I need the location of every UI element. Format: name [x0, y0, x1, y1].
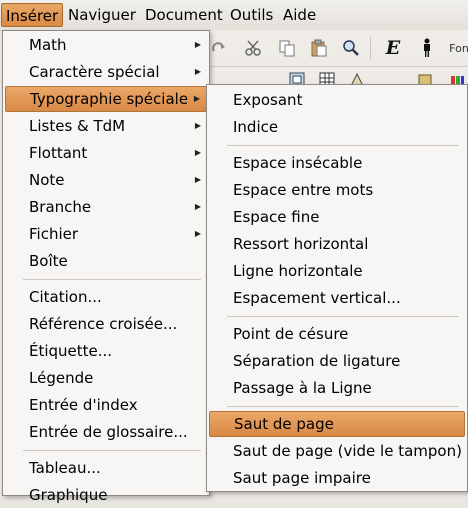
menu-item-espace-insecable[interactable]: Espace insécable	[209, 150, 465, 176]
menu-item-label: Point de césure	[233, 325, 349, 343]
menu-separator	[227, 406, 459, 407]
cut-icon[interactable]	[242, 37, 264, 59]
menu-item-entree-glossaire[interactable]: Entrée de glossaire...	[5, 419, 207, 445]
menu-item-label: Graphique	[29, 486, 108, 504]
menu-item-caractere-special[interactable]: Caractère spécial ▶	[5, 59, 207, 85]
menu-item-listes-tdm[interactable]: Listes & TdM ▶	[5, 113, 207, 139]
menu-item-saut-de-page[interactable]: Saut de page	[209, 411, 465, 437]
typographie-submenu: Exposant Indice Espace insécable Espace …	[206, 84, 468, 492]
menu-item-label: Caractère spécial	[29, 63, 160, 81]
menu-item-label: Math	[29, 36, 67, 54]
menu-item-math[interactable]: Math ▶	[5, 32, 207, 58]
menu-separator	[23, 450, 201, 451]
paste-icon[interactable]	[308, 37, 330, 59]
menu-item-label: Saut page impaire	[233, 469, 371, 487]
menu-naviguer[interactable]: Naviguer	[64, 3, 140, 27]
menu-item-label: Fichier	[29, 225, 79, 243]
menu-item-label: Citation...	[29, 288, 102, 306]
menu-item-label: Branche	[29, 198, 92, 216]
redo-icon[interactable]	[208, 37, 230, 59]
menu-separator	[23, 279, 201, 280]
menu-item-label: Indice	[233, 118, 279, 136]
menu-item-label: Listes & TdM	[29, 117, 126, 135]
menu-inserer[interactable]: Insérer	[1, 3, 64, 27]
menu-item-saut-de-page-vide-tampon[interactable]: Saut de page (vide le tampon)	[209, 438, 465, 464]
submenu-arrow-icon: ▶	[194, 229, 201, 238]
person-icon[interactable]	[416, 37, 438, 59]
menu-item-label: Flottant	[29, 144, 88, 162]
submenu-arrow-icon: ▶	[194, 67, 201, 76]
menu-item-espace-fine[interactable]: Espace fine	[209, 204, 465, 230]
menu-item-graphique[interactable]: Graphique	[5, 482, 207, 508]
menu-item-label: Passage à la Ligne	[233, 379, 372, 397]
menu-item-label: Espace entre mots	[233, 181, 374, 199]
menu-item-label: Légende	[29, 369, 94, 387]
menu-item-legende[interactable]: Légende	[5, 365, 207, 391]
insert-menu: Math ▶ Caractère spécial ▶ Typographie spé…	[2, 30, 210, 504]
menu-aide[interactable]: Aide	[279, 3, 320, 27]
toolbar-row-main: E Fon	[200, 30, 468, 67]
menu-item-espacement-vertical[interactable]: Espacement vertical...	[209, 285, 465, 311]
menu-item-label: Étiquette...	[29, 342, 113, 360]
menu-item-label: Tableau...	[29, 459, 101, 477]
menu-separator	[227, 145, 459, 146]
menu-item-fichier[interactable]: Fichier ▶	[5, 221, 207, 247]
menu-item-flottant[interactable]: Flottant ▶	[5, 140, 207, 166]
menu-item-label: Note	[29, 171, 65, 189]
menu-item-label: Saut de page (vide le tampon)	[233, 442, 462, 460]
copy-icon[interactable]	[276, 37, 298, 59]
menu-item-ligne-horizontale[interactable]: Ligne horizontale	[209, 258, 465, 284]
submenu-arrow-icon: ▶	[194, 175, 201, 184]
menu-item-label: Boîte	[29, 252, 68, 270]
menu-item-tableau[interactable]: Tableau...	[5, 455, 207, 481]
menu-item-branche[interactable]: Branche ▶	[5, 194, 207, 220]
menu-item-etiquette[interactable]: Étiquette...	[5, 338, 207, 364]
submenu-arrow-icon: ▶	[194, 121, 201, 130]
menu-item-exposant[interactable]: Exposant	[209, 87, 465, 113]
emphasis-icon[interactable]: E	[382, 37, 404, 59]
menu-item-label: Entrée de glossaire...	[29, 423, 188, 441]
menu-item-label: Référence croisée...	[29, 315, 178, 333]
menu-item-label: Entrée d'index	[29, 396, 138, 414]
submenu-arrow-icon: ▶	[194, 148, 201, 157]
menu-item-label: Espace insécable	[233, 154, 363, 172]
menu-item-label: Exposant	[233, 91, 303, 109]
menu-separator	[227, 316, 459, 317]
menu-bar: Insérer Naviguer Document Outils Aide	[0, 0, 468, 31]
submenu-arrow-icon: ▶	[194, 202, 201, 211]
menu-item-label: Séparation de ligature	[233, 352, 401, 370]
menu-item-label: Typographie spéciale	[30, 90, 189, 108]
menu-item-label: Espace fine	[233, 208, 320, 226]
toolbar-separator	[370, 36, 371, 60]
menu-item-citation[interactable]: Citation...	[5, 284, 207, 310]
submenu-arrow-icon: ▶	[194, 40, 201, 49]
menu-item-label: Saut de page	[234, 415, 334, 433]
menu-item-note[interactable]: Note ▶	[5, 167, 207, 193]
menu-item-label: Espacement vertical...	[233, 289, 401, 307]
menu-outils[interactable]: Outils	[226, 3, 277, 27]
menu-item-point-de-cesure[interactable]: Point de césure	[209, 321, 465, 347]
find-replace-icon[interactable]	[340, 37, 362, 59]
font-label[interactable]: Fon	[448, 37, 468, 59]
menu-item-reference-croisee[interactable]: Référence croisée...	[5, 311, 207, 337]
menu-item-label: Ligne horizontale	[233, 262, 363, 280]
menu-item-espace-entre-mots[interactable]: Espace entre mots	[209, 177, 465, 203]
menu-item-indice[interactable]: Indice	[209, 114, 465, 140]
menu-item-ressort-horizontal[interactable]: Ressort horizontal	[209, 231, 465, 257]
menu-item-boite[interactable]: Boîte	[5, 248, 207, 274]
menu-item-saut-page-impaire[interactable]: Saut page impaire	[209, 465, 465, 491]
menu-document[interactable]: Document	[141, 3, 227, 27]
menu-item-passage-ligne[interactable]: Passage à la Ligne	[209, 375, 465, 401]
submenu-arrow-icon: ▶	[193, 94, 200, 103]
menu-item-separation-ligature[interactable]: Séparation de ligature	[209, 348, 465, 374]
menu-item-entree-index[interactable]: Entrée d'index	[5, 392, 207, 418]
menu-item-typographie-speciale[interactable]: Typographie spéciale ▶	[5, 86, 207, 112]
menu-item-label: Ressort horizontal	[233, 235, 369, 253]
